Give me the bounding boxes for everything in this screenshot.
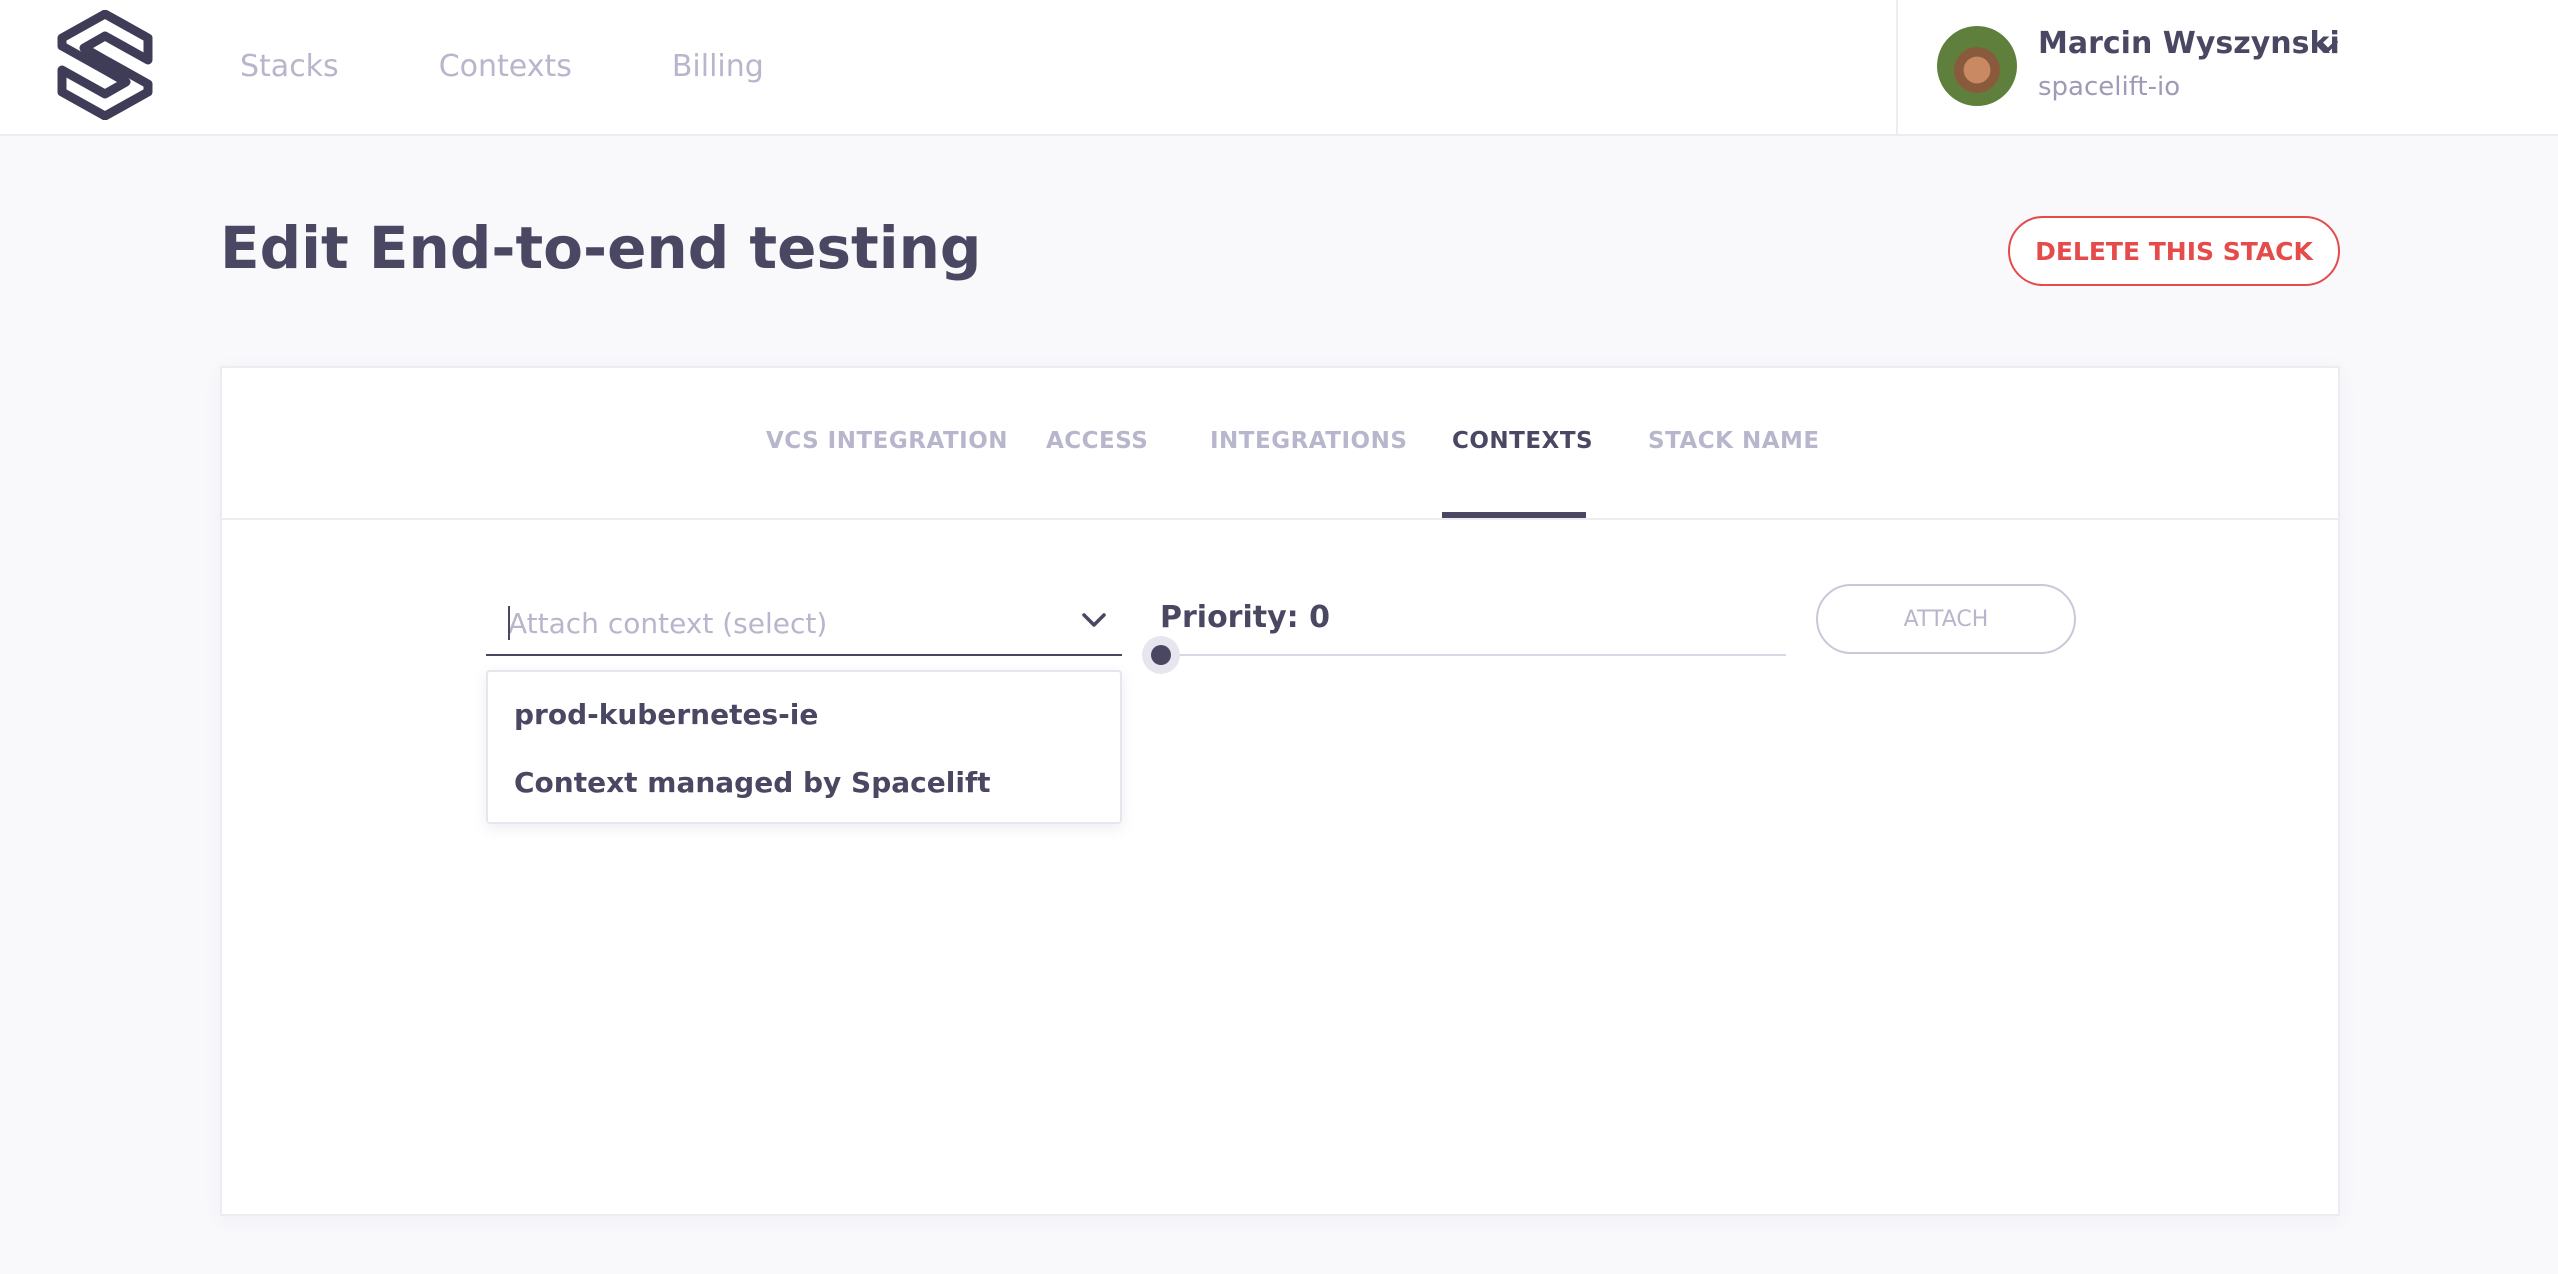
main-nav: Stacks Contexts Billing bbox=[240, 0, 864, 132]
spacelift-logo[interactable] bbox=[56, 10, 154, 120]
attach-button[interactable]: ATTACH bbox=[1816, 584, 2076, 654]
nav-item-contexts[interactable]: Contexts bbox=[439, 49, 572, 84]
page-title: Edit End-to-end testing bbox=[220, 214, 982, 282]
attach-context-select[interactable] bbox=[486, 586, 1122, 656]
top-bar: Stacks Contexts Billing Marcin Wyszynski… bbox=[0, 0, 2558, 136]
priority-slider-thumb[interactable] bbox=[1151, 645, 1171, 665]
priority-slider[interactable] bbox=[1160, 654, 1786, 656]
delete-stack-button[interactable]: DELETE THIS STACK bbox=[2008, 216, 2340, 286]
avatar[interactable] bbox=[1937, 26, 2017, 106]
tabs-bar: VCS INTEGRATION ACCESS INTEGRATIONS CONT… bbox=[222, 368, 2338, 520]
active-tab-indicator bbox=[1442, 512, 1586, 518]
option-context-managed-by-spacelift[interactable]: Context managed by Spacelift bbox=[514, 766, 991, 799]
nav-item-stacks[interactable]: Stacks bbox=[240, 49, 339, 84]
tab-integrations[interactable]: INTEGRATIONS bbox=[1210, 428, 1407, 454]
priority-label: Priority: 0 bbox=[1160, 600, 1330, 635]
user-name[interactable]: Marcin Wyszynski bbox=[2038, 26, 2340, 61]
divider bbox=[1896, 0, 1898, 136]
edit-stack-card: VCS INTEGRATION ACCESS INTEGRATIONS CONT… bbox=[220, 366, 2340, 1216]
chevron-down-icon[interactable] bbox=[1076, 602, 1112, 638]
tab-vcs-integration[interactable]: VCS INTEGRATION bbox=[766, 428, 1008, 454]
attach-context-input[interactable] bbox=[486, 598, 1046, 648]
context-options-menu: prod-kubernetes-ie Context managed by Sp… bbox=[486, 670, 1122, 824]
tab-contexts[interactable]: CONTEXTS bbox=[1452, 428, 1593, 454]
option-prod-kubernetes-ie[interactable]: prod-kubernetes-ie bbox=[514, 698, 818, 731]
user-org: spacelift-io bbox=[2038, 72, 2181, 102]
tab-stack-name[interactable]: STACK NAME bbox=[1648, 428, 1820, 454]
text-cursor bbox=[508, 606, 510, 640]
tab-access[interactable]: ACCESS bbox=[1046, 428, 1148, 454]
nav-item-billing[interactable]: Billing bbox=[672, 49, 764, 84]
chevron-down-icon[interactable] bbox=[2312, 30, 2344, 62]
